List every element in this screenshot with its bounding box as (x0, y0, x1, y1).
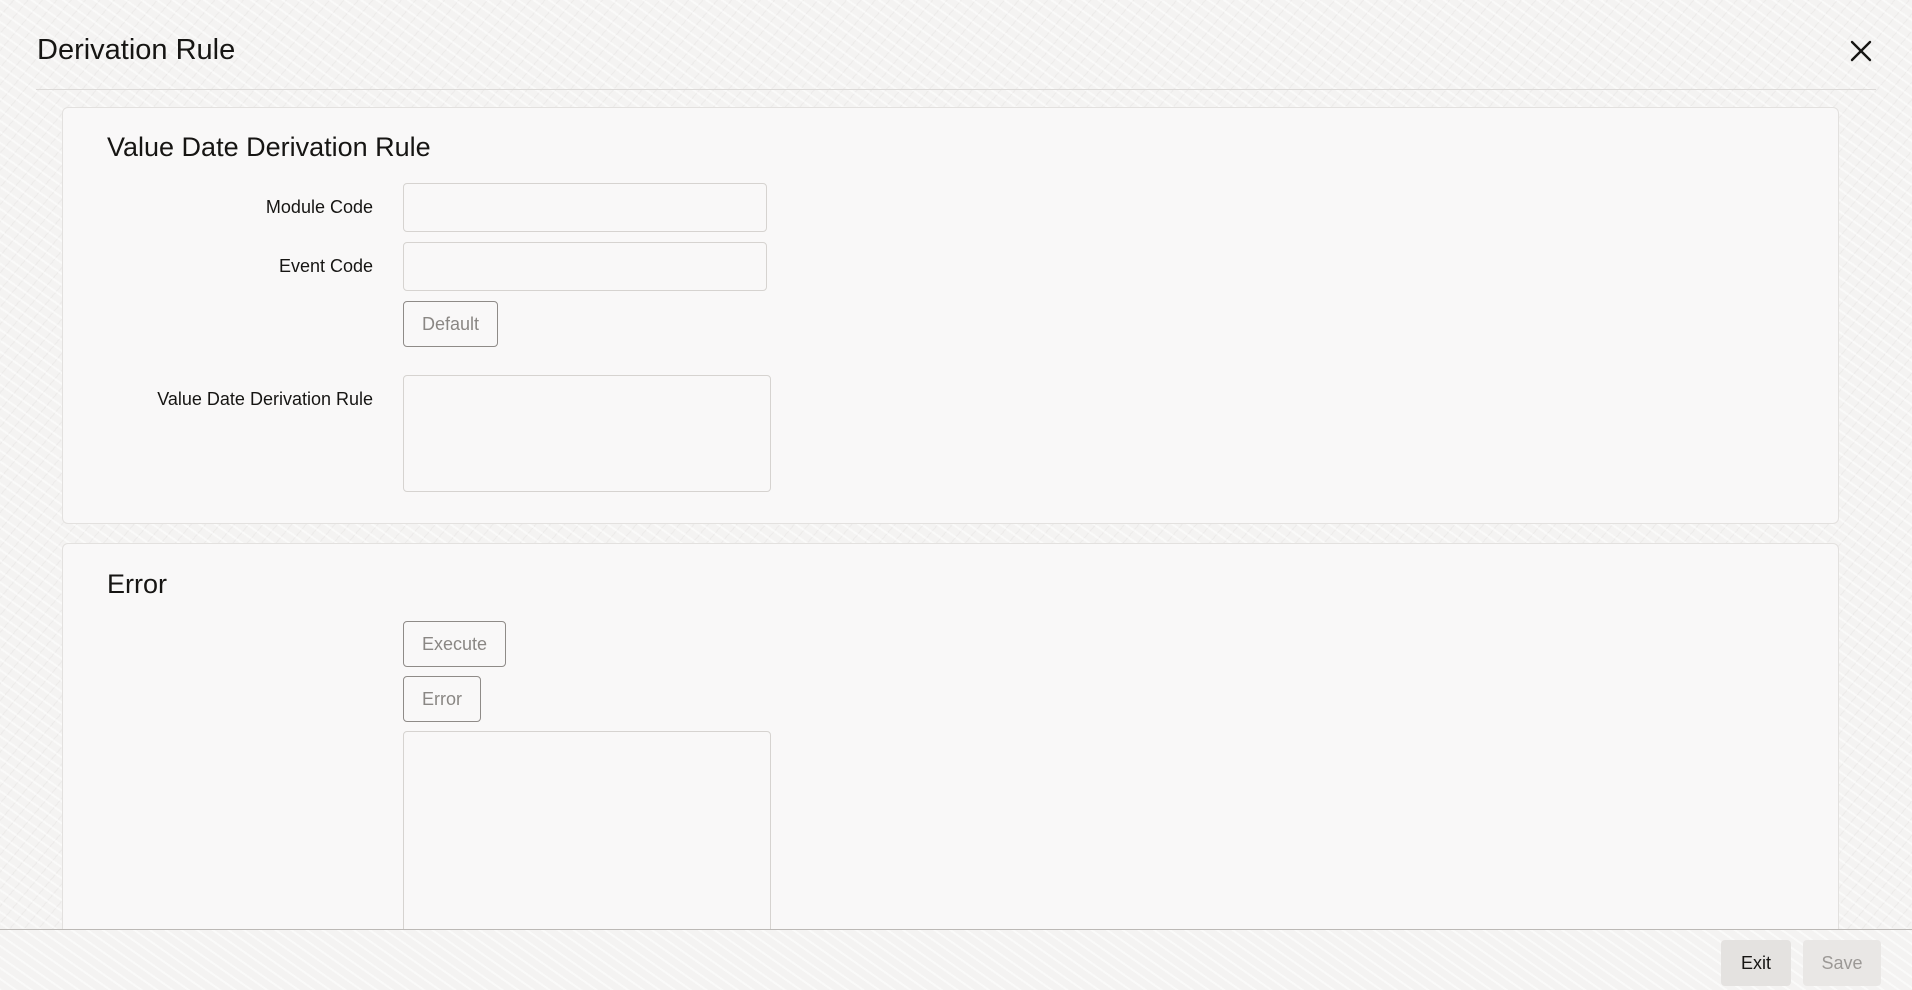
section-title-error: Error (107, 569, 167, 599)
section-title-value-date: Value Date Derivation Rule (107, 132, 431, 162)
event-code-label: Event Code (278, 256, 373, 276)
close-icon (1850, 40, 1872, 62)
error-panel: Error Execute Error (62, 543, 1839, 990)
dialog-footer: Exit Save (0, 929, 1912, 990)
module-code-input[interactable] (403, 183, 767, 232)
event-code-input[interactable] (403, 242, 767, 291)
save-button[interactable]: Save (1803, 940, 1881, 986)
execute-button[interactable]: Execute (403, 621, 507, 667)
exit-button[interactable]: Exit (1721, 940, 1791, 986)
value-date-derivation-panel: Value Date Derivation Rule Module Code E… (62, 107, 1839, 524)
value-date-derivation-rule-textarea[interactable] (403, 375, 771, 492)
dialog-header: Derivation Rule (36, 0, 1876, 90)
close-button[interactable] (1846, 36, 1876, 66)
error-button[interactable]: Error (403, 676, 481, 722)
default-button[interactable]: Default (403, 301, 499, 347)
module-code-label: Module Code (265, 197, 373, 217)
value-date-derivation-rule-label: Value Date Derivation Rule (157, 389, 373, 409)
dialog-title: Derivation Rule (37, 34, 236, 66)
